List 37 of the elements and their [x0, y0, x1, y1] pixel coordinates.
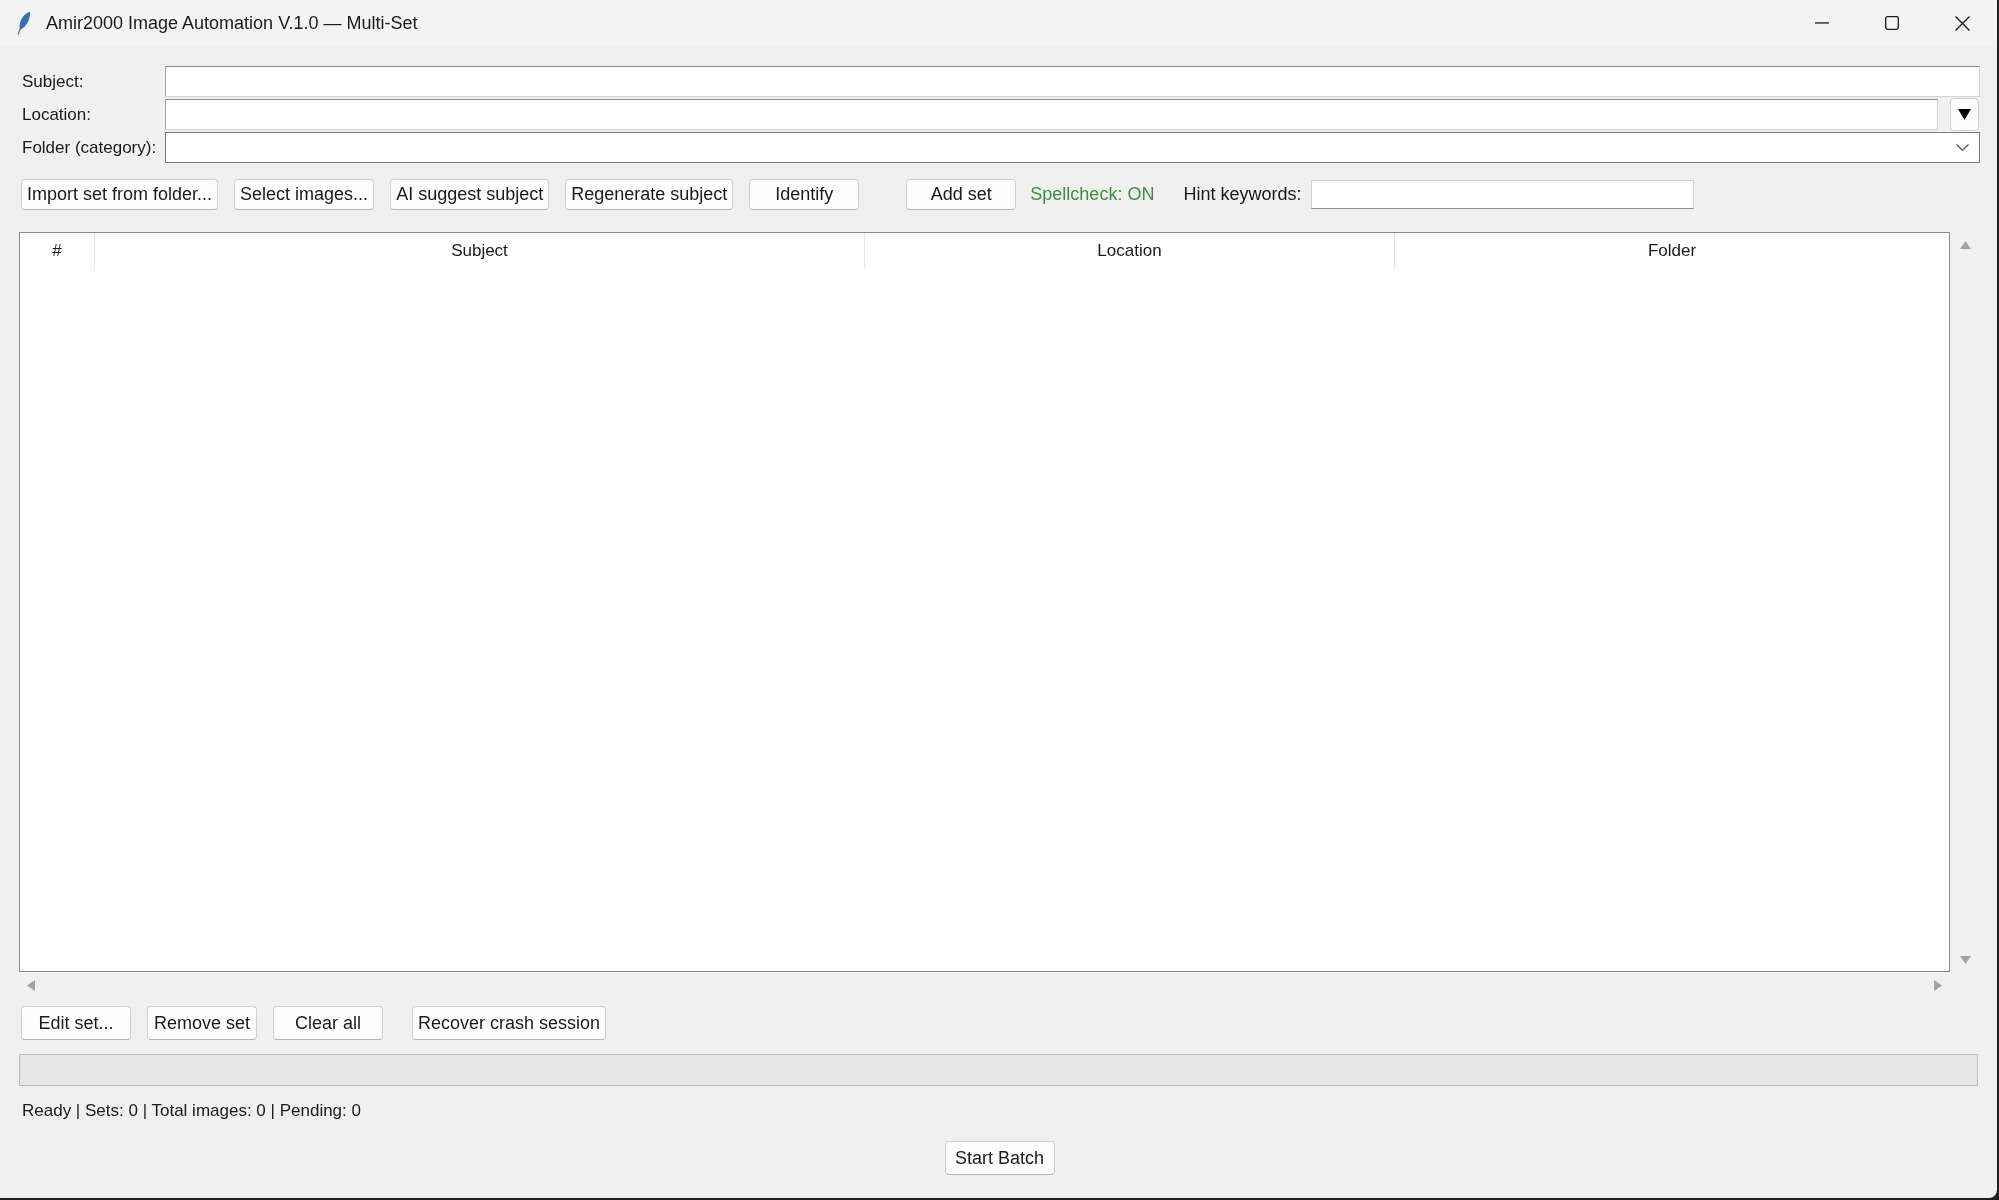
chevron-down-icon [1956, 144, 1969, 151]
toolbar-button[interactable]: Import set from folder... [21, 179, 219, 210]
up-arrow-icon[interactable] [1959, 241, 1971, 249]
action-button[interactable]: Clear all [273, 1006, 383, 1040]
field-label: Location: [21, 104, 92, 126]
right-arrow-icon[interactable] [1934, 980, 1942, 991]
action-button[interactable]: Remove set [147, 1006, 257, 1040]
maximize-icon [1885, 16, 1899, 30]
minimize-icon [1815, 22, 1829, 24]
down-arrow-icon[interactable] [1959, 956, 1971, 964]
toolbar-button[interactable]: Identify [749, 179, 860, 210]
status-text: Ready | Sets: 0 | Total images: 0 | Pending: 0 [21, 1100, 361, 1122]
hint-label: Hint keywords: [1183, 184, 1302, 205]
action-button[interactable]: Edit set... [21, 1006, 131, 1040]
column-header[interactable]: Location [865, 233, 1395, 269]
text-field[interactable] [165, 99, 1938, 130]
start-button[interactable]: Start Batch [944, 1141, 1055, 1175]
add-set-button[interactable]: Add set [906, 179, 1017, 210]
left-arrow-icon[interactable] [27, 980, 35, 991]
column-header[interactable]: Subject [95, 233, 865, 269]
toolbar-button[interactable]: Select images... [234, 179, 375, 210]
window-title: Amir2000 Image Automation V.1.0 — Multi-Set [46, 12, 418, 34]
recover-button[interactable]: Recover crash session [412, 1006, 607, 1040]
caret-icon [1958, 109, 1971, 120]
dropdown-field[interactable] [165, 132, 1980, 163]
column-header[interactable]: # [20, 233, 95, 269]
toolbar-button[interactable]: Regenerate subject [565, 179, 734, 210]
close-icon [1954, 15, 1970, 31]
spellcheck-status: Spellcheck: ON [1030, 184, 1155, 205]
column-header[interactable]: Folder [1395, 233, 1949, 269]
text-field[interactable] [165, 66, 1980, 97]
field-label: Subject: [21, 71, 85, 93]
field-label: Folder (category): [21, 137, 158, 159]
feather-icon [17, 11, 31, 35]
dropdown-button[interactable] [1950, 98, 1979, 131]
hint-field[interactable] [1311, 180, 1695, 209]
toolbar-button[interactable]: AI suggest subject [390, 179, 550, 210]
